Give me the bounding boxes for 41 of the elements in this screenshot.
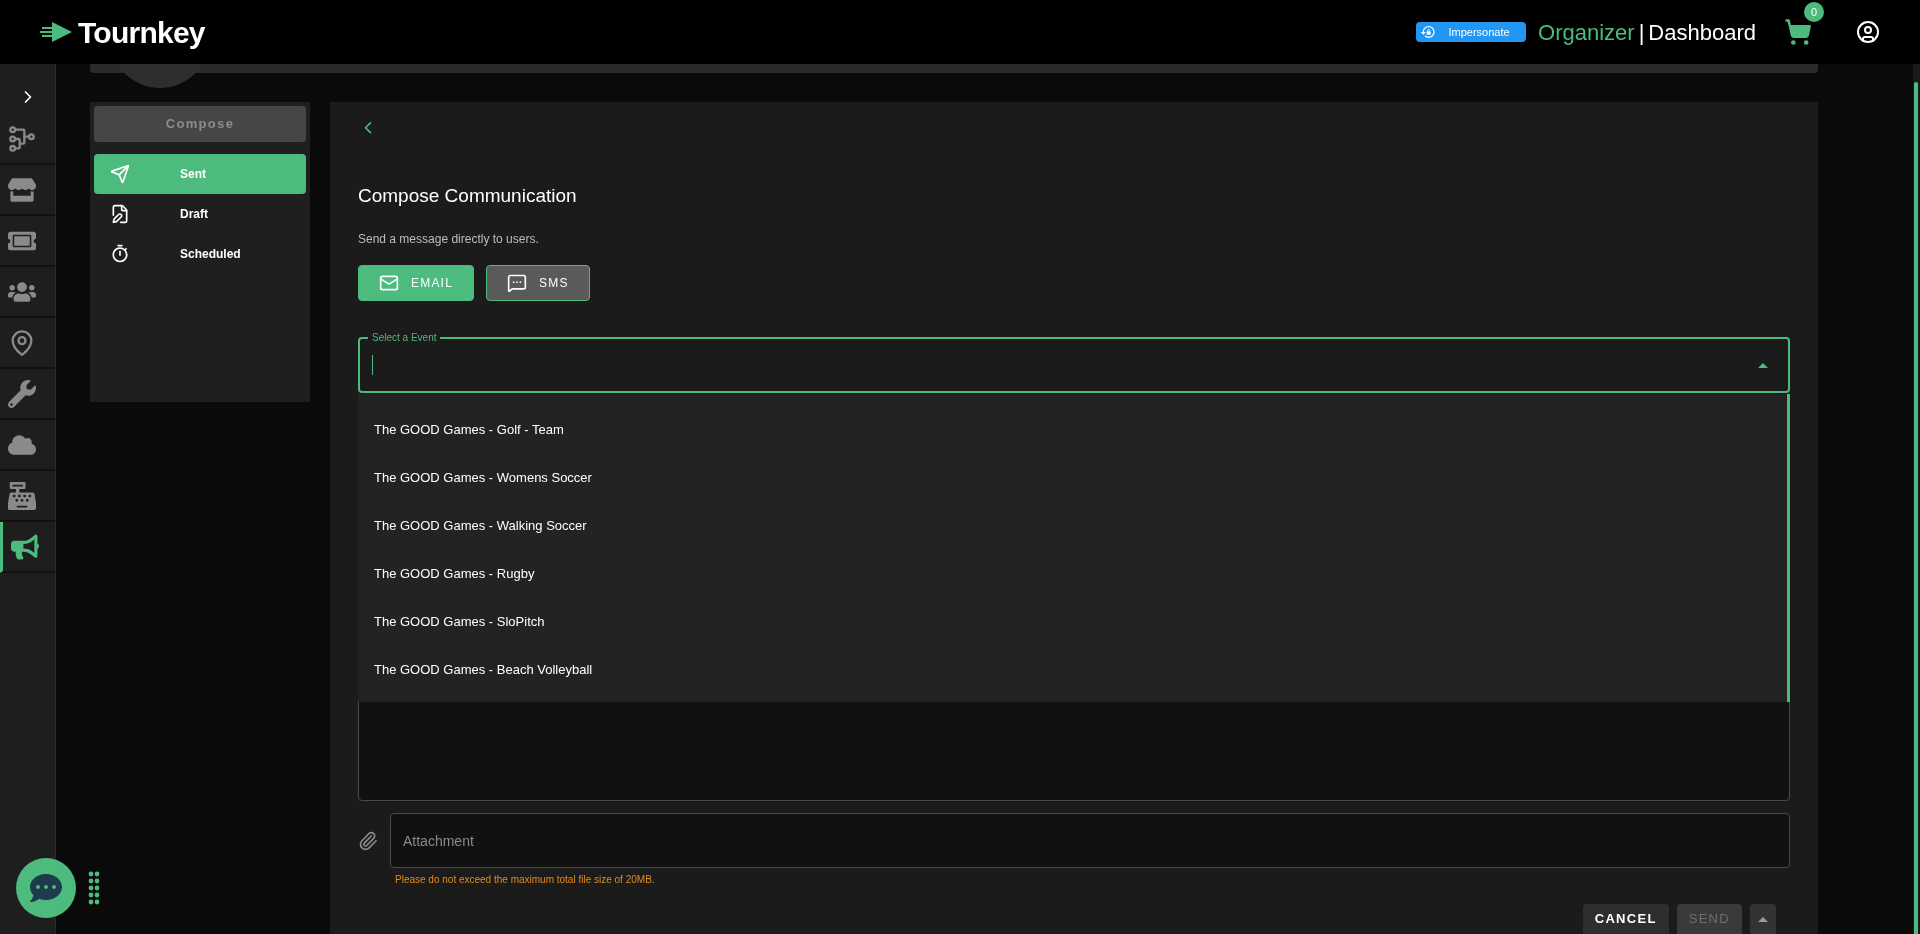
caret-up-icon — [1758, 362, 1768, 368]
page-label: Dashboard — [1648, 18, 1756, 47]
chat-icon — [507, 273, 527, 294]
action-button[interactable]: CANCEL — [1582, 904, 1669, 934]
text-cursor — [372, 355, 373, 376]
drag-handle-icon[interactable] — [88, 871, 100, 905]
page-title: Compose Communication — [358, 183, 578, 208]
logo-text: Tournkey — [78, 14, 205, 51]
menu-item[interactable]: Scheduled — [94, 234, 306, 274]
separator: | — [1638, 18, 1645, 47]
rail-item[interactable] — [0, 522, 55, 573]
lock-reset-icon — [1420, 24, 1437, 40]
file-edit-icon — [110, 204, 130, 224]
cash-register-icon — [8, 481, 36, 510]
megaphone-icon — [11, 532, 39, 561]
mail-icon — [379, 273, 399, 294]
store-icon — [8, 175, 36, 204]
event-option[interactable]: The GOOD Games - Golf - Team — [358, 406, 1787, 455]
bracket-icon — [8, 124, 36, 153]
scroll-up-button[interactable] — [1750, 904, 1776, 934]
attachment-field[interactable]: Attachment — [390, 813, 1790, 868]
paperclip-icon[interactable] — [358, 830, 378, 851]
event-option[interactable]: The GOOD Games - SloPitch — [358, 598, 1787, 647]
logo-icon — [40, 20, 74, 44]
role-label: Organizer — [1538, 18, 1635, 47]
menu-item[interactable]: Draft — [94, 194, 306, 234]
cart-count-badge: 0 — [1804, 2, 1824, 22]
channel-tab[interactable]: SMS — [486, 265, 590, 302]
event-option[interactable]: The GOOD Games - Rugby — [358, 550, 1787, 599]
wrench-icon — [8, 379, 36, 408]
send-icon — [110, 164, 130, 184]
event-option[interactable]: The GOOD Games - Womens Soccer — [358, 454, 1787, 503]
file-size-warning: Please do not exceed the maximum total file size of 20MB. — [395, 873, 656, 887]
event-option[interactable]: The GOOD Games - Beach Volleyball — [358, 646, 1787, 695]
chat-icon — [30, 872, 62, 904]
account-icon[interactable] — [1856, 20, 1880, 44]
caret-up-icon — [1758, 916, 1768, 922]
cart-icon[interactable] — [1784, 18, 1812, 46]
timer-icon — [110, 244, 130, 264]
subtitle: Send a message directly to users. — [358, 231, 540, 249]
event-option[interactable]: The GOOD Games - Walking Soccer — [358, 502, 1787, 551]
